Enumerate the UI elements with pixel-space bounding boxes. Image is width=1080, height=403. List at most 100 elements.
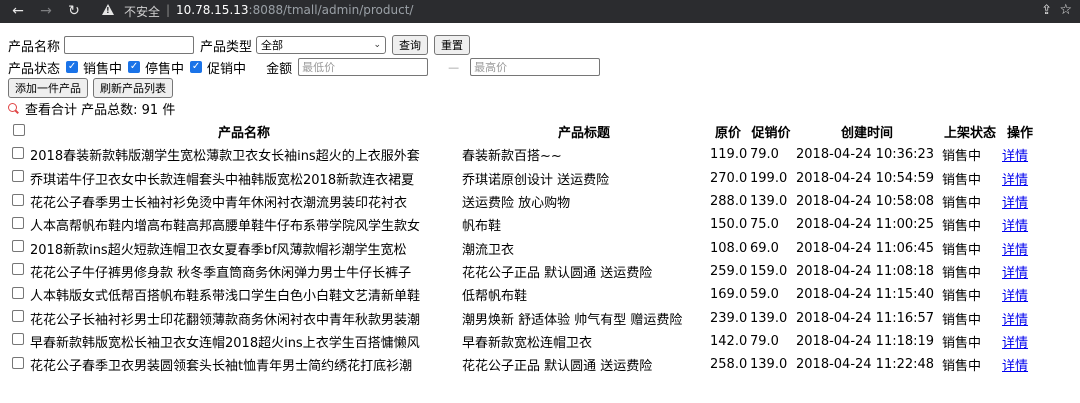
product-title-cell: 送运费险 放心购物	[462, 196, 571, 212]
promo-price-cell: 75.0	[750, 217, 779, 233]
price-range-dash: —	[448, 60, 460, 74]
product-title-cell: 潮男焕新 舒适体验 帅气有型 赠运费险	[462, 312, 683, 328]
add-product-button[interactable]: 添加一件产品	[8, 78, 88, 98]
max-price-input[interactable]: 最高价	[470, 58, 601, 76]
detail-link[interactable]: 详情	[1002, 149, 1028, 164]
insecure-label: 不安全	[124, 5, 161, 19]
reset-button[interactable]: 重置	[434, 35, 471, 55]
table-header-row: 产品名称 产品标题 原价 促销价 创建时间 上架状态 操作	[10, 120, 1040, 143]
detail-link[interactable]: 详情	[1002, 289, 1028, 304]
created-time-cell: 2018-04-24 10:58:08	[796, 194, 935, 210]
detail-link[interactable]: 详情	[1002, 313, 1028, 328]
share-icon[interactable]: ⇪	[1041, 3, 1052, 18]
status-offsale-label: 停售中	[145, 61, 185, 77]
status-cell: 销售中	[942, 149, 982, 165]
table-row: 人本韩版女式低帮百搭帆布鞋系带浅口学生白色小白鞋文艺清新单鞋 低帮帆布鞋 169…	[10, 283, 1040, 306]
created-time-cell: 2018-04-24 10:54:59	[796, 170, 935, 186]
promo-price-cell: 139.0	[750, 194, 788, 210]
row-checkbox[interactable]	[12, 310, 24, 323]
row-checkbox[interactable]	[12, 193, 24, 206]
promo-price-cell: 139.0	[750, 310, 788, 326]
product-type-select[interactable]: 全部 ⌄	[256, 36, 387, 54]
table-row: 花花公子春季卫衣男装圆领套头长袖t恤青年男士简约绣花打底衫潮 花花公子正品 默认…	[10, 353, 1040, 376]
status-cell: 销售中	[942, 289, 982, 305]
row-checkbox[interactable]	[12, 356, 24, 369]
product-name-cell: 花花公子长袖衬衫男士印花翻领薄款商务休闲衬衣中青年秋款男装潮	[30, 312, 421, 328]
promo-price-cell: 59.0	[750, 287, 779, 303]
product-count-summary: 查看合计 产品总数: 91 件	[25, 102, 176, 118]
col-header-op: 操作	[1006, 126, 1033, 142]
product-name-cell: 人本韩版女式低帮百搭帆布鞋系带浅口学生白色小白鞋文艺清新单鞋	[30, 289, 421, 305]
select-all-checkbox[interactable]	[13, 123, 25, 136]
table-row: 人本高帮帆布鞋内增高布鞋高邦高腰单鞋牛仔布系带学院风学生款女 帆布鞋 150.0…	[10, 213, 1040, 236]
status-cell: 销售中	[942, 335, 982, 351]
product-title-cell: 乔琪诺原创设计 送运费险	[462, 172, 610, 188]
search-icon	[8, 102, 19, 114]
address-bar[interactable]: ! 不安全 | 10.78.15.13:8088/tmall/admin/pro…	[94, 1, 1070, 21]
table-row: 花花公子长袖衬衫男士印花翻领薄款商务休闲衬衣中青年秋款男装潮 潮男焕新 舒适体验…	[10, 306, 1040, 329]
table-row: 花花公子牛仔裤男修身款 秋冬季直筒商务休闲弹力男士牛仔长裤子 花花公子正品 默认…	[10, 260, 1040, 283]
status-onsale-checkbox[interactable]: ✓	[66, 61, 79, 73]
detail-link[interactable]: 详情	[1002, 196, 1028, 211]
price-cell: 142.0	[710, 333, 748, 349]
row-checkbox[interactable]	[12, 146, 24, 159]
status-cell: 销售中	[942, 312, 982, 328]
filter-row-name-type: 产品名称 产品类型 全部 ⌄ 查询 重置	[8, 35, 471, 55]
status-cell: 销售中	[942, 219, 982, 235]
row-checkbox[interactable]	[12, 240, 24, 253]
col-header-title: 产品标题	[557, 126, 610, 142]
product-title-cell: 早春新款宽松连帽卫衣	[462, 335, 593, 351]
row-checkbox[interactable]	[12, 333, 24, 346]
product-title-cell: 花花公子正品 默认圆通 送运费险	[462, 265, 653, 281]
url-path: :8088/tmall/admin/product/	[248, 3, 414, 17]
detail-link[interactable]: 详情	[1002, 266, 1028, 281]
row-checkbox[interactable]	[12, 216, 24, 229]
status-offsale-checkbox[interactable]: ✓	[128, 61, 141, 73]
refresh-list-button[interactable]: 刷新产品列表	[93, 78, 173, 98]
col-header-created: 创建时间	[840, 126, 893, 142]
row-checkbox[interactable]	[12, 263, 24, 276]
table-row: 早春新款韩版宽松长袖卫衣女连帽2018超火ins上衣学生百搭慵懒风 早春新款宽松…	[10, 330, 1040, 353]
promo-price-cell: 79.0	[750, 147, 779, 163]
query-button[interactable]: 查询	[392, 35, 429, 55]
price-cell: 288.0	[710, 194, 748, 210]
product-name-cell: 花花公子春季男士长袖衬衫免烫中青年休闲衬衣潮流男装印花衬衣	[30, 196, 408, 212]
name-filter-label: 产品名称	[8, 39, 61, 55]
row-checkbox[interactable]	[12, 286, 24, 299]
created-time-cell: 2018-04-24 11:00:25	[796, 217, 935, 233]
detail-link[interactable]: 详情	[1002, 336, 1028, 351]
back-arrow-icon[interactable]: ←	[10, 3, 26, 19]
row-checkbox[interactable]	[12, 170, 24, 183]
product-type-selected: 全部	[261, 39, 284, 52]
url-text[interactable]: 10.78.15.13:8088/tmall/admin/product/	[176, 3, 413, 17]
product-title-cell: 潮流卫衣	[462, 242, 515, 258]
forward-arrow-icon[interactable]: →	[38, 3, 54, 19]
status-cell: 销售中	[942, 359, 982, 375]
status-cell: 销售中	[942, 242, 982, 258]
status-cell: 销售中	[942, 196, 982, 212]
created-time-cell: 2018-04-24 10:36:23	[796, 147, 935, 163]
status-promo-checkbox[interactable]: ✓	[190, 61, 203, 73]
product-title-cell: 花花公子正品 默认圆通 送运费险	[462, 359, 653, 375]
detail-link[interactable]: 详情	[1002, 219, 1028, 234]
price-cell: 108.0	[710, 240, 748, 256]
col-header-price: 原价	[714, 126, 741, 142]
promo-price-cell: 159.0	[750, 263, 788, 279]
detail-link[interactable]: 详情	[1002, 243, 1028, 258]
reload-icon[interactable]: ↻	[66, 3, 82, 19]
product-table: 产品名称 产品标题 原价 促销价 创建时间 上架状态 操作 2018春装新款韩版…	[10, 120, 1040, 376]
price-cell: 150.0	[710, 217, 748, 233]
product-name-input[interactable]	[64, 36, 195, 54]
min-price-input[interactable]: 最低价	[298, 58, 429, 76]
price-cell: 119.0	[710, 147, 748, 163]
table-row: 花花公子春季男士长袖衬衫免烫中青年休闲衬衣潮流男装印花衬衣 送运费险 放心购物 …	[10, 190, 1040, 213]
promo-price-cell: 199.0	[750, 170, 788, 186]
detail-link[interactable]: 详情	[1002, 359, 1028, 374]
created-time-cell: 2018-04-24 11:06:45	[796, 240, 935, 256]
bookmark-star-icon[interactable]: ☆	[1059, 2, 1072, 18]
created-time-cell: 2018-04-24 11:16:57	[796, 310, 935, 326]
detail-link[interactable]: 详情	[1002, 173, 1028, 188]
status-cell: 销售中	[942, 265, 982, 281]
col-header-name: 产品名称	[217, 126, 270, 142]
summary-row: 查看合计 产品总数: 91 件	[8, 98, 175, 118]
